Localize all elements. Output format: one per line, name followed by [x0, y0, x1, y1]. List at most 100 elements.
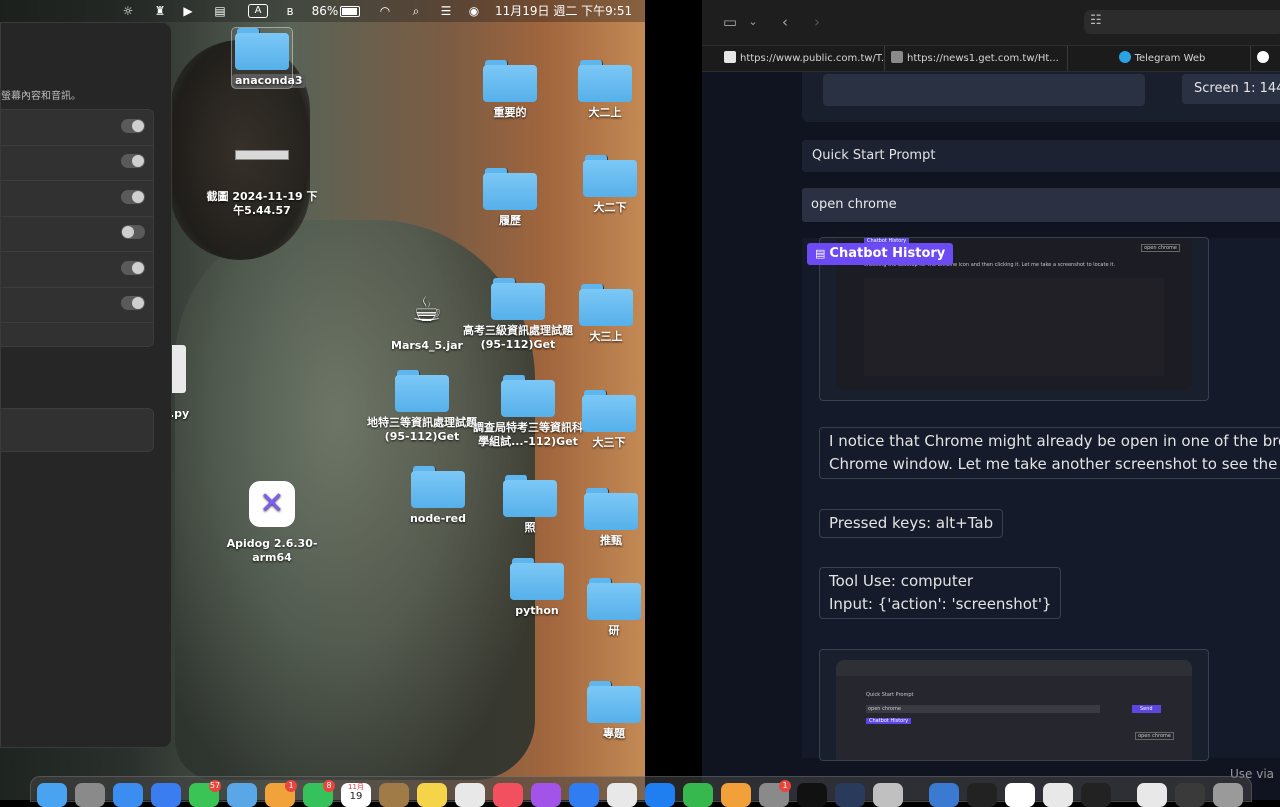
desktop-icon-label: python [515, 604, 559, 617]
tab-github[interactable] [1251, 46, 1280, 71]
desktop-icon-label: 履歷 [499, 214, 521, 227]
recent-stack-icon[interactable] [1175, 783, 1205, 807]
xcode-icon[interactable] [929, 783, 959, 807]
desktop-folder[interactable]: 專題 [559, 681, 645, 741]
downloads-stack-icon[interactable] [1137, 783, 1167, 807]
apple-tv-icon[interactable] [797, 783, 827, 807]
siri-icon[interactable]: ◉ [466, 3, 482, 19]
desktop-folder[interactable]: 履歷 [455, 168, 565, 228]
steam-icon[interactable] [835, 783, 865, 807]
battery-icon[interactable] [339, 3, 361, 19]
utility-icon[interactable] [873, 783, 903, 807]
chrome-icon[interactable] [1043, 783, 1073, 807]
keynote-icon[interactable] [569, 783, 599, 807]
desktop-folder[interactable]: 大二上 [550, 60, 645, 120]
freeform-icon[interactable] [455, 783, 485, 807]
tab-telegram[interactable]: Telegram Web [1068, 46, 1251, 71]
desktop-icon-label: 專題 [603, 727, 625, 740]
music-icon[interactable] [493, 783, 523, 807]
play-icon[interactable]: ▶ [180, 3, 196, 19]
desktop-icon-label: 研 [608, 624, 620, 637]
folder-icon [584, 488, 638, 530]
settings-row [1, 252, 153, 288]
apidog-dock-icon[interactable] [1005, 783, 1035, 807]
python-file-icon [170, 345, 186, 393]
spotlight-search-icon[interactable]: ⌕ [408, 3, 424, 19]
notification-badge: 1 [285, 780, 297, 792]
control-center-icon[interactable]: ☰ [438, 3, 454, 19]
app-store-icon[interactable] [645, 783, 675, 807]
tab-public[interactable]: https://www.public.com.tw/T... [718, 46, 885, 71]
permission-toggle[interactable] [121, 119, 145, 133]
permission-toggle[interactable] [121, 261, 145, 275]
desktop-icon-label: Mars4_5.jar [391, 339, 463, 352]
terminal-icon[interactable] [967, 783, 997, 807]
browser-window: ▭ ⌄ ‹ › ☷ https://www.public.com.tw/T...… [702, 0, 1280, 800]
system-settings-icon[interactable]: 1 [759, 780, 791, 807]
mail-icon[interactable] [151, 783, 181, 807]
maps-icon[interactable] [227, 783, 257, 807]
activity-monitor-icon[interactable] [1081, 783, 1111, 807]
input-method-icon[interactable]: A [248, 4, 268, 18]
pages-icon[interactable] [721, 783, 751, 807]
desktop-python-file[interactable]: .py [170, 345, 194, 421]
desktop-folder[interactable]: 大三上 [551, 284, 645, 344]
quick-start-prompt-dropdown[interactable]: Quick Start Prompt [802, 140, 1280, 172]
safari-icon[interactable] [113, 783, 143, 807]
sidebar-toggle-icon[interactable]: ▭ [720, 12, 740, 32]
podcasts-icon[interactable] [531, 783, 561, 807]
messages-icon[interactable]: 57 [189, 780, 221, 807]
system-settings-window: 螢幕內容和音訊。 [0, 22, 172, 748]
numbers-icon[interactable] [683, 783, 713, 807]
permission-toggle[interactable] [121, 190, 145, 204]
permission-toggle[interactable] [121, 154, 145, 168]
contacts-icon[interactable] [379, 783, 409, 807]
bluetooth-icon[interactable]: ʙ [284, 3, 296, 19]
launchpad-icon[interactable] [75, 783, 105, 807]
finder-icon[interactable] [37, 783, 67, 807]
chat-message-tool-use: Tool Use: computer Input: {'action': 'sc… [819, 567, 1062, 619]
desktop-folder[interactable]: 推甄 [556, 488, 645, 548]
desktop-folder[interactable]: 地特三等資訊處理試題(95-112)Get [367, 370, 477, 444]
menu-clock[interactable]: 11月19日 週二 下午9:51 [495, 3, 635, 19]
trash-icon[interactable] [1213, 783, 1243, 807]
thumbnail-chrome-bar [836, 660, 1192, 676]
settings-permissions-list [1, 109, 154, 347]
memory-icon[interactable]: ▤ [211, 3, 229, 19]
desktop-icon-label: 大二下 [593, 201, 627, 214]
calendar-icon[interactable]: 11月 19 [341, 783, 371, 807]
wifi-icon[interactable]: ◠ [376, 3, 394, 19]
chevron-down-icon[interactable]: ⌄ [746, 12, 760, 32]
page-favicon-icon [724, 51, 736, 63]
desktop-icon-label: Apidog 2.6.30-arm64 [226, 537, 318, 564]
back-icon[interactable]: ‹ [776, 12, 794, 32]
prompt-input[interactable]: open chrome [802, 188, 1280, 222]
desktop-folder-anaconda3[interactable]: anaconda3 [231, 27, 306, 89]
desktop-folder[interactable]: 大二下 [555, 155, 645, 215]
desktop-folder[interactable]: 重要的 [455, 60, 565, 120]
desktop-icon-label: 重要的 [493, 106, 527, 119]
chat-message-line: Tool Use: computer [829, 572, 974, 590]
forward-icon[interactable]: › [808, 12, 826, 32]
app-status-icon[interactable]: ♜ [152, 3, 168, 19]
tab-news-get[interactable]: https://news1.get.com.tw/Ht... [885, 46, 1068, 71]
screen-select[interactable]: Screen 1: 1440 [1182, 74, 1280, 104]
photos-icon[interactable]: 1 [265, 780, 297, 807]
api-key-input[interactable] [823, 74, 1145, 106]
facetime-icon[interactable]: 8 [303, 780, 335, 807]
folder-icon [503, 475, 557, 517]
notes-icon[interactable] [417, 783, 447, 807]
permission-toggle[interactable] [121, 225, 145, 239]
desktop-folder[interactable]: 研 [559, 578, 645, 638]
desktop-folder[interactable]: 大三下 [554, 390, 645, 450]
brightness-icon[interactable]: ☼ [120, 3, 136, 19]
desktop-icon-label: node-red [409, 512, 467, 525]
chat-message-line: I notice that Chrome might already be op… [829, 432, 1280, 450]
desktop: ☼ ♜ ▶ ▤ A ʙ 86% ◠ ⌕ ☰ ◉ 11月19日 週二 下午9:51… [0, 0, 645, 800]
reminders-icon[interactable] [607, 783, 637, 807]
desktop-screenshot-file[interactable]: 截圖 2024-11-19 下午5.44.57 [206, 150, 318, 218]
address-bar[interactable]: ☷ [1084, 10, 1280, 34]
permission-toggle[interactable] [121, 296, 145, 310]
settings-row [1, 287, 153, 323]
desktop-app-apidog[interactable]: ✕ Apidog 2.6.30-arm64 [217, 481, 327, 565]
